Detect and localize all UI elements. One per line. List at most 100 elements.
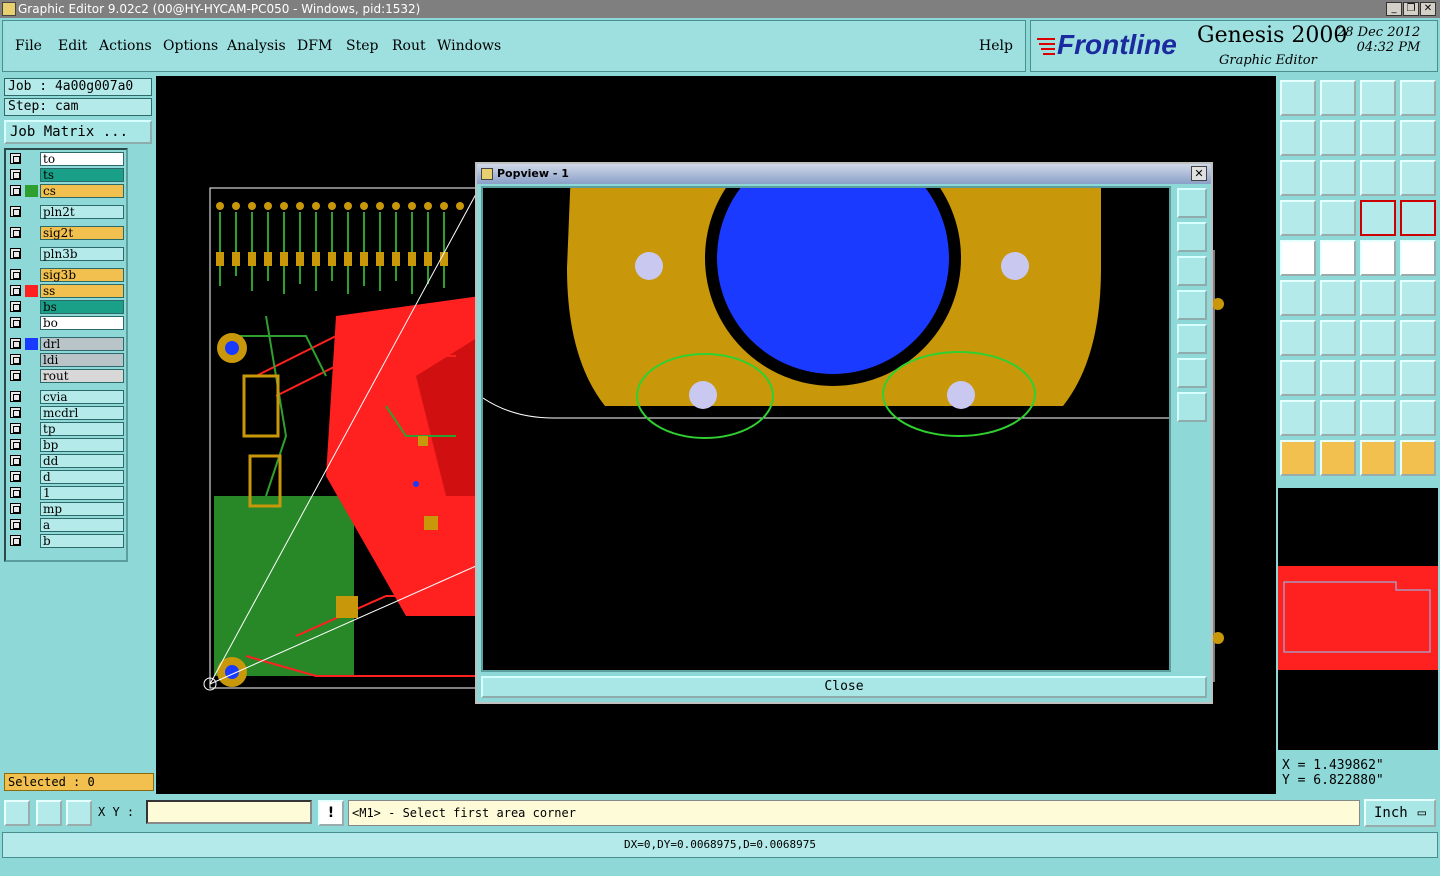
menu-actions[interactable]: Actions <box>99 38 152 54</box>
layer-name[interactable]: sig3b <box>40 268 124 282</box>
layer-name[interactable]: 1 <box>40 486 124 500</box>
layer-color-swatch[interactable] <box>25 338 38 350</box>
layer-row-bo[interactable]: bo <box>6 316 126 330</box>
layer-row-d[interactable]: d <box>6 470 126 484</box>
layer-color-swatch[interactable] <box>25 317 38 329</box>
popview-pan-right-button[interactable] <box>1177 324 1207 354</box>
help-icon[interactable] <box>1400 160 1436 196</box>
menu-step[interactable]: Step <box>346 38 378 54</box>
layer-checkbox[interactable] <box>10 487 21 498</box>
layer-checkbox[interactable] <box>10 354 21 365</box>
layer-name[interactable]: bp <box>40 438 124 452</box>
menu-help[interactable]: Help <box>979 38 1013 54</box>
layer-name[interactable]: drl <box>40 337 124 351</box>
grid-view-icon[interactable] <box>1320 200 1356 236</box>
warning-icon[interactable]: ! <box>318 800 344 826</box>
layer-color-swatch[interactable] <box>25 185 38 197</box>
layer-checkbox[interactable] <box>10 185 21 196</box>
scale-1-2-icon[interactable] <box>1360 160 1396 196</box>
layer-color-swatch[interactable] <box>25 519 38 531</box>
layer-checkbox[interactable] <box>10 227 21 238</box>
layer-color-swatch[interactable] <box>25 206 38 218</box>
layer-row-mcdrl[interactable]: mcdrl <box>6 406 126 420</box>
xy-input[interactable] <box>146 800 312 824</box>
layer-color-swatch[interactable] <box>25 285 38 297</box>
triangle-outline-icon[interactable] <box>1320 400 1356 436</box>
layer-checkbox[interactable] <box>10 439 21 450</box>
layer-row-ss[interactable]: ss <box>6 284 126 298</box>
circle-pad-icon[interactable] <box>1400 240 1436 276</box>
layer-checkbox[interactable] <box>10 301 21 312</box>
layer-checkbox[interactable] <box>10 455 21 466</box>
layer-color-swatch[interactable] <box>25 503 38 515</box>
layer-checkbox[interactable] <box>10 169 21 180</box>
split-view-icon[interactable] <box>1400 80 1436 116</box>
letter-a-icon[interactable] <box>1360 400 1396 436</box>
layer-name[interactable]: dd <box>40 454 124 468</box>
menu-edit[interactable]: Edit <box>58 38 87 54</box>
popview-close-button[interactable]: Close <box>481 676 1207 698</box>
layer-name[interactable]: ts <box>40 168 124 182</box>
layer-row-a[interactable]: a <box>6 518 126 532</box>
layer-name[interactable]: pln3b <box>40 247 124 261</box>
layer-name[interactable]: tp <box>40 422 124 436</box>
line-tool-icon[interactable] <box>1320 360 1356 396</box>
group-icon[interactable] <box>1400 360 1436 396</box>
close-window-button[interactable]: ✕ <box>1420 2 1436 16</box>
pointer-box-icon[interactable] <box>1320 440 1356 476</box>
settings-icon[interactable] <box>1280 200 1316 236</box>
layer-checkbox[interactable] <box>10 153 21 164</box>
popview-pan-down-button[interactable] <box>1177 256 1207 286</box>
layer-color-swatch[interactable] <box>25 407 38 419</box>
layer-name[interactable]: b <box>40 534 124 548</box>
menu-options[interactable]: Options <box>163 38 218 54</box>
layer-color-swatch[interactable] <box>25 227 38 239</box>
align-right-icon[interactable] <box>1320 120 1356 156</box>
layer-checkbox[interactable] <box>10 503 21 514</box>
layer-row-dd[interactable]: dd <box>6 454 126 468</box>
popview-pan-left-button[interactable] <box>1177 290 1207 320</box>
popview-zoom-in-button[interactable] <box>1177 358 1207 388</box>
maximize-button[interactable]: ❐ <box>1403 2 1419 16</box>
home-icon[interactable] <box>1360 80 1396 116</box>
layer-color-swatch[interactable] <box>25 423 38 435</box>
arc-icon[interactable] <box>1360 320 1396 356</box>
layer-color-swatch[interactable] <box>25 455 38 467</box>
letter-a-alt-icon[interactable] <box>1400 400 1436 436</box>
layer-name[interactable]: cs <box>40 184 124 198</box>
menu-analysis[interactable]: Analysis <box>227 38 286 54</box>
layer-checkbox[interactable] <box>10 519 21 530</box>
rotate-icon[interactable] <box>1360 120 1396 156</box>
popview-zoom-out-button[interactable] <box>1177 392 1207 422</box>
layer-name[interactable]: bs <box>40 300 124 314</box>
layer-row-drl[interactable]: drl <box>6 337 126 351</box>
layer-color-swatch[interactable] <box>25 169 38 181</box>
layer-checkbox[interactable] <box>10 206 21 217</box>
layer-row-mp[interactable]: mp <box>6 502 126 516</box>
pointer-icon[interactable] <box>1280 440 1316 476</box>
layer-checkbox[interactable] <box>10 423 21 434</box>
layer-color-swatch[interactable] <box>25 153 38 165</box>
layer-row-b[interactable]: b <box>6 534 126 548</box>
pointer-path-icon[interactable] <box>1400 440 1436 476</box>
slash-icon[interactable] <box>1320 320 1356 356</box>
zoom-fit-icon[interactable] <box>1280 160 1316 196</box>
measure-icon[interactable] <box>36 800 62 826</box>
unit-selector[interactable]: Inch ▭ <box>1364 799 1436 827</box>
dimension-icon[interactable] <box>1360 360 1396 396</box>
layer-checkbox[interactable] <box>10 285 21 296</box>
layer-name[interactable]: cvia <box>40 390 124 404</box>
layer-color-swatch[interactable] <box>25 269 38 281</box>
pad-select-icon[interactable] <box>1280 240 1316 276</box>
zoom-center-icon[interactable] <box>1320 160 1356 196</box>
menu-windows[interactable]: Windows <box>437 38 501 54</box>
layer-row-ts[interactable]: ts <box>6 168 126 182</box>
layer-checkbox[interactable] <box>10 535 21 546</box>
layer-row-pln3b[interactable]: pln3b <box>6 247 126 261</box>
popview-zoom-fit-button[interactable] <box>1177 188 1207 218</box>
layer-row-cvia[interactable]: cvia <box>6 390 126 404</box>
layer-row-pln2t[interactable]: pln2t <box>6 205 126 219</box>
layer-row-tp[interactable]: tp <box>6 422 126 436</box>
popview-close-icon[interactable]: ✕ <box>1191 166 1207 181</box>
layer-color-swatch[interactable] <box>25 248 38 260</box>
